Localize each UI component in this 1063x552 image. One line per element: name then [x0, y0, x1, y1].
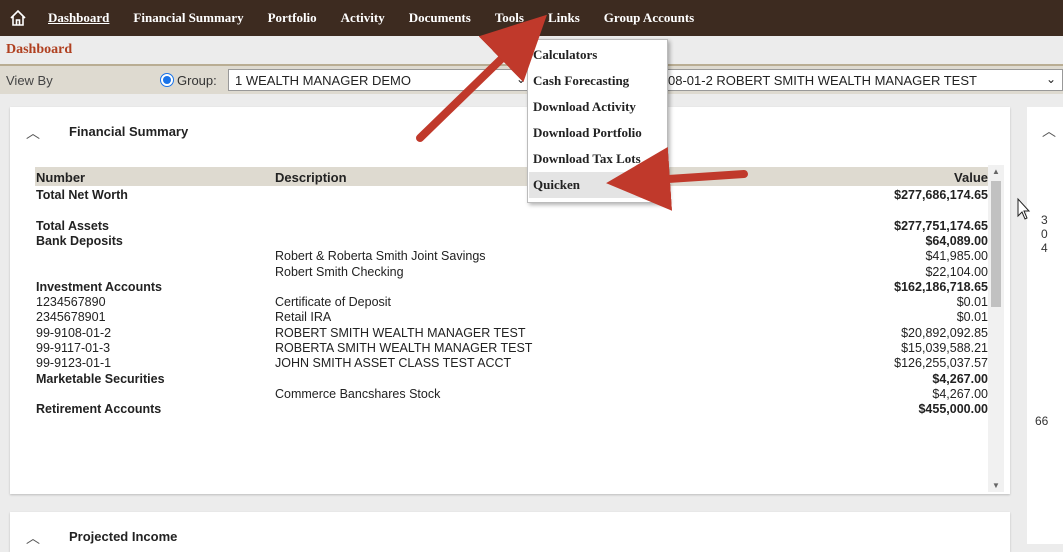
collapse-caret-icon[interactable]: ︿ — [1042, 121, 1056, 141]
table-cell-number: Retirement Accounts — [36, 402, 162, 417]
table-cell-value: $277,751,174.65 — [894, 218, 988, 233]
table-row: Investment Accounts $162,186,718.65 — [35, 280, 992, 295]
table-row: Commerce Bancshares Stock $4,267.00 — [35, 387, 992, 402]
menu-item-download-activity[interactable]: Download Activity — [529, 94, 666, 120]
table-cell-value: $0.01 — [956, 295, 988, 310]
column-header-number: Number — [36, 170, 86, 185]
table-row: Total Net Worth $277,686,174.65 — [35, 188, 992, 203]
panel-title: Projected Income — [69, 529, 178, 544]
top-nav: Dashboard Financial Summary Portfolio Ac… — [0, 0, 1063, 36]
page-title: Dashboard — [6, 42, 73, 57]
financial-summary-table: Number Description Value Total Net Worth… — [35, 167, 992, 489]
group-radio[interactable] — [160, 73, 174, 87]
table-cell-number: Bank Deposits — [36, 233, 123, 248]
table-row: 2345678901 Retail IRA $0.01 — [35, 310, 992, 325]
table-header: Number Description Value — [35, 167, 992, 186]
table-cell-description: ROBERT SMITH WEALTH MANAGER TEST — [275, 325, 526, 340]
panel-value: 3 — [1041, 213, 1048, 227]
panel-value: 66 — [1035, 414, 1049, 428]
table-cell-number: Investment Accounts — [36, 279, 162, 294]
table-cell-description: JOHN SMITH ASSET CLASS TEST ACCT — [275, 356, 512, 371]
table-cell-value: $41,985.00 — [925, 249, 988, 264]
nav-activity[interactable]: Activity — [329, 0, 397, 36]
table-cell-number: 99-9117-01-3 — [36, 341, 111, 355]
table-row: Bank Deposits $64,089.00 — [35, 234, 992, 249]
account-select[interactable]: 08-01-2 ROBERT SMITH WEALTH MANAGER TEST… — [662, 69, 1063, 91]
home-icon[interactable] — [0, 0, 36, 36]
table-row: Marketable Securities $4,267.00 — [35, 372, 992, 387]
table-cell-description: Certificate of Deposit — [275, 295, 392, 310]
table-cell-value: $4,267.00 — [932, 386, 988, 401]
group-label: Group: — [177, 73, 217, 88]
nav-documents[interactable]: Documents — [397, 0, 483, 36]
menu-item-download-portfolio[interactable]: Download Portfolio — [529, 120, 666, 146]
projected-income-panel: ︿ Projected Income — [10, 512, 1010, 552]
nav-group-accounts[interactable]: Group Accounts — [592, 0, 706, 36]
scroll-thumb[interactable] — [991, 181, 1001, 307]
table-cell-number: Total Net Worth — [36, 188, 128, 202]
group-select-value: 1 WEALTH MANAGER DEMO — [235, 73, 412, 88]
group-select[interactable]: 1 WEALTH MANAGER DEMO ⌄ — [228, 69, 533, 91]
table-row: Retirement Accounts $455,000.00 — [35, 402, 992, 417]
scroll-down-icon[interactable]: ▼ — [992, 481, 1000, 490]
tools-dropdown: Calculators Cash Forecasting Download Ac… — [527, 39, 668, 203]
table-cell-number: 99-9123-01-1 — [36, 356, 112, 371]
table-cell-value: $20,892,092.85 — [901, 325, 988, 340]
table-row: Robert Smith Checking $22,104.00 — [35, 265, 992, 280]
table-row: Total Assets $277,751,174.65 — [35, 219, 992, 234]
table-row — [35, 203, 992, 218]
column-header-description: Description — [275, 170, 347, 185]
table-row: 1234567890 Certificate of Deposit $0.01 — [35, 295, 992, 310]
table-row: 99-9108-01-2 ROBERT SMITH WEALTH MANAGER … — [35, 326, 992, 341]
table-cell-description: Robert & Roberta Smith Joint Savings — [275, 249, 486, 264]
collapse-caret-icon[interactable]: ︿ — [26, 528, 40, 548]
table-cell-value: $22,104.00 — [925, 264, 988, 279]
table-cell-number: 99-9108-01-2 — [36, 325, 112, 340]
chevron-down-icon: ⌄ — [515, 72, 526, 86]
collapse-caret-icon[interactable]: ︿ — [26, 123, 40, 143]
table-cell-value: $126,255,037.57 — [894, 356, 988, 371]
table-cell-description: Commerce Bancshares Stock — [275, 386, 441, 401]
nav-portfolio[interactable]: Portfolio — [256, 0, 329, 36]
table-cell-value: $277,686,174.65 — [894, 188, 988, 202]
table-cell-number: Total Assets — [36, 218, 109, 233]
table-cell-number: 2345678901 — [36, 310, 106, 325]
view-by-label: View By — [6, 73, 53, 88]
table-row: Robert & Roberta Smith Joint Savings $41,… — [35, 249, 992, 264]
panel-value: 0 — [1041, 227, 1048, 241]
menu-item-calculators[interactable]: Calculators — [529, 42, 666, 68]
table-cell-description: ROBERTA SMITH WEALTH MANAGER TEST — [275, 341, 533, 355]
table-cell-description: Robert Smith Checking — [275, 264, 404, 279]
panel-title: Financial Summary — [69, 124, 189, 139]
table-scrollbar[interactable]: ▲ ▼ — [988, 165, 1004, 492]
table-cell-number: Marketable Securities — [36, 371, 165, 386]
account-select-value: 08-01-2 ROBERT SMITH WEALTH MANAGER TEST — [668, 73, 977, 88]
nav-tools[interactable]: Tools — [483, 0, 536, 36]
table-cell-value: $64,089.00 — [925, 233, 988, 248]
nav-links[interactable]: Links — [536, 0, 592, 36]
table-cell-number: 1234567890 — [36, 295, 106, 310]
scroll-up-icon[interactable]: ▲ — [992, 167, 1000, 176]
table-cell-value: $4,267.00 — [932, 371, 988, 386]
chevron-down-icon: ⌄ — [1045, 72, 1056, 86]
table-row: 99-9117-01-3 ROBERTA SMITH WEALTH MANAGER… — [35, 341, 992, 356]
menu-item-download-tax-lots[interactable]: Download Tax Lots — [529, 146, 666, 172]
panel-value: 4 — [1041, 241, 1048, 255]
menu-item-cash-forecasting[interactable]: Cash Forecasting — [529, 68, 666, 94]
nav-dashboard[interactable]: Dashboard — [36, 0, 121, 36]
table-cell-value: $162,186,718.65 — [894, 279, 988, 294]
table-cell-value: $15,039,588.21 — [901, 341, 988, 355]
table-row: 99-9123-01-1 JOHN SMITH ASSET CLASS TEST … — [35, 356, 992, 371]
table-cell-description: Retail IRA — [275, 310, 332, 325]
menu-item-quicken[interactable]: Quicken — [529, 172, 666, 198]
nav-financial-summary[interactable]: Financial Summary — [121, 0, 255, 36]
table-cell-value: $455,000.00 — [918, 402, 988, 417]
right-side-panel: ︿ 3 0 4 66 — [1027, 107, 1063, 544]
table-cell-value: $0.01 — [956, 310, 988, 325]
column-header-value: Value — [954, 170, 988, 185]
